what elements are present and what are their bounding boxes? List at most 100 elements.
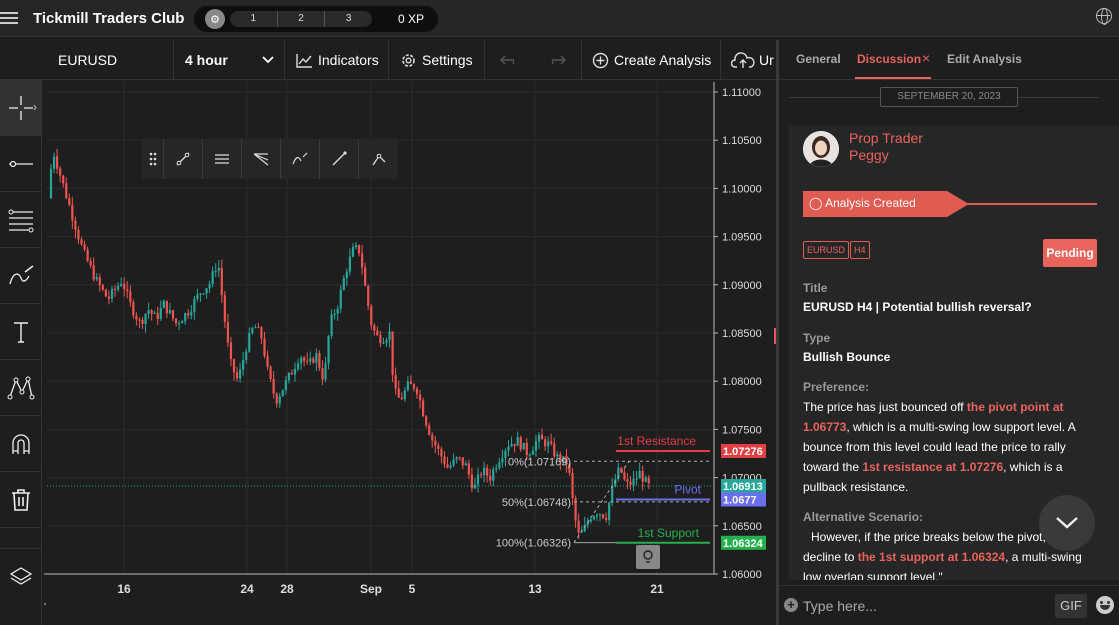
upload-button[interactable]: Ur — [721, 40, 776, 80]
menu-icon[interactable] — [0, 9, 18, 27]
candle-body — [608, 502, 611, 520]
candle-body — [293, 368, 297, 375]
segment-tool-icon[interactable] — [320, 139, 359, 179]
tab-general[interactable]: General — [796, 52, 841, 66]
tab-discussion[interactable]: Discussion — [857, 52, 921, 66]
candle-body — [290, 372, 294, 375]
y-tick-label: 1.07500 — [722, 424, 762, 436]
text-tool[interactable] — [0, 304, 42, 360]
xp-level-1: 1 — [230, 11, 278, 27]
discussion-panel: General Discussion × Edit Analysis SEPTE… — [779, 40, 1119, 625]
candle-body — [309, 358, 312, 362]
pencil-tool-icon[interactable] — [281, 139, 320, 179]
candle-body — [284, 380, 287, 390]
candle-body — [147, 310, 150, 314]
candle-body — [135, 315, 138, 320]
layers-tool[interactable] — [0, 548, 42, 604]
candle-body — [513, 443, 516, 446]
redo-icon[interactable] — [548, 54, 566, 66]
globe-icon[interactable] — [1096, 8, 1112, 25]
candle-body — [431, 434, 434, 441]
candle-body — [403, 390, 406, 400]
fan-tool-icon[interactable] — [242, 139, 281, 179]
candle-body — [232, 359, 236, 373]
candle-body — [391, 331, 394, 375]
alt-text-3: , a multi-swing — [1005, 550, 1082, 564]
candle-body — [89, 260, 92, 266]
delete-tool[interactable] — [0, 472, 42, 528]
layers-icon — [9, 566, 33, 585]
brush-tool[interactable] — [0, 248, 42, 304]
line-tool[interactable] — [0, 136, 42, 192]
symbol-selector[interactable]: EURUSD — [44, 40, 174, 80]
candle-body — [123, 283, 126, 290]
fib-tool[interactable] — [0, 192, 42, 248]
author-name[interactable]: Prop Trader Peggy — [849, 130, 923, 164]
channel-tool-icon[interactable] — [203, 139, 242, 179]
candle-body — [455, 457, 458, 460]
candle-body — [354, 245, 358, 248]
candle-body — [129, 290, 132, 303]
indicators-button[interactable]: Indicators — [285, 40, 389, 80]
polyline-tool-icon[interactable] — [359, 139, 398, 179]
candle-body — [339, 289, 342, 309]
candle-body — [504, 450, 507, 459]
candle-body — [638, 471, 641, 479]
candle-body — [446, 464, 449, 468]
ray-tool-icon[interactable] — [164, 139, 203, 179]
candle-body — [498, 462, 501, 469]
xp-progress[interactable]: ⚙ 1 2 3 0 XP — [194, 6, 438, 32]
candle-body — [65, 183, 68, 199]
tab-edit-analysis[interactable]: Edit Analysis — [947, 52, 1022, 66]
candle-body — [364, 267, 367, 286]
candle-body — [208, 283, 211, 289]
candle-body — [220, 267, 223, 296]
gif-button[interactable]: GIF — [1055, 594, 1087, 618]
candle-body — [263, 338, 266, 356]
candle-body — [406, 381, 409, 391]
add-attachment-icon[interactable]: + — [784, 598, 798, 612]
settings-button[interactable]: Settings — [389, 40, 485, 80]
lightbulb-icon: ◯ — [809, 196, 823, 210]
candle-body — [483, 467, 486, 475]
candle-body — [601, 514, 605, 518]
candle-body — [373, 325, 376, 331]
candle-body — [178, 323, 181, 325]
message-composer: + GIF — [779, 585, 1119, 625]
close-tab-icon[interactable]: × — [922, 50, 930, 66]
top-bar: Tickmill Traders Club ⚙ 1 2 3 0 XP — [0, 0, 1119, 37]
candle-body — [235, 372, 239, 379]
create-analysis-button[interactable]: Create Analysis — [582, 40, 721, 80]
candle-body — [138, 319, 141, 321]
magnet-tool[interactable] — [0, 416, 42, 472]
candle-body — [303, 357, 306, 361]
preference-text: The price has just bounced off the pivot… — [803, 397, 1088, 497]
preference-label: Preference: — [803, 380, 870, 394]
candle-body — [525, 442, 528, 455]
expand-arrow-icon[interactable]: › — [33, 100, 37, 114]
y-tick-label: 1.06500 — [722, 521, 762, 533]
message-input[interactable] — [803, 595, 1043, 617]
type-label: Type — [803, 331, 831, 345]
price-tag-label: 1.06913 — [723, 481, 763, 493]
candle-body — [257, 327, 260, 329]
candle-body — [126, 289, 129, 291]
y-tick-label: 1.10500 — [722, 135, 762, 147]
drag-handle-icon[interactable] — [142, 139, 164, 179]
indicators-label: Indicators — [318, 52, 379, 68]
pattern-tool[interactable] — [0, 360, 42, 416]
candle-body — [141, 319, 144, 324]
scroll-down-button[interactable] — [1039, 495, 1095, 551]
candle-body — [641, 471, 644, 482]
candle-body — [449, 465, 452, 468]
y-tick-label: 1.11000 — [722, 87, 761, 99]
y-tick-label: 1.08000 — [722, 376, 762, 388]
candle-body — [574, 497, 577, 521]
interval-selector[interactable]: 4 hour — [174, 40, 285, 80]
price-tag-label: 1.06324 — [723, 538, 764, 550]
emoji-icon[interactable] — [1096, 596, 1114, 614]
trend-line-icon — [9, 160, 33, 167]
undo-icon[interactable] — [500, 54, 518, 66]
crosshair-tool[interactable]: › — [0, 80, 42, 136]
candle-body — [422, 400, 425, 417]
